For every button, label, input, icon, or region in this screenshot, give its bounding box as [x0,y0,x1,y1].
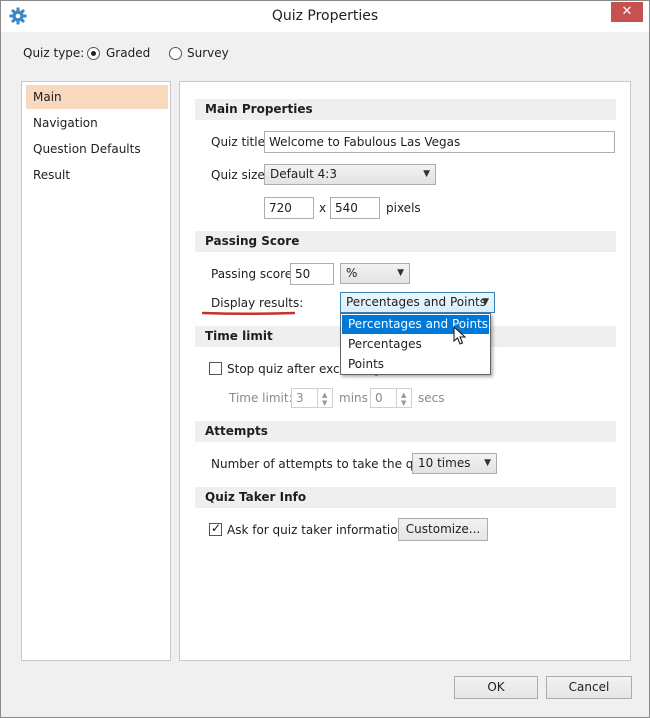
chevron-down-icon: ▼ [482,297,489,307]
quiz-size-select[interactable]: Default 4:3 ▼ [264,164,436,185]
radio-survey-label[interactable]: Survey [187,46,229,60]
time-limit-secs-input[interactable]: 0 ▲ ▼ [370,388,412,408]
emphasis-underline [202,311,295,315]
cancel-button[interactable]: Cancel [546,676,632,699]
size-separator: x [319,201,327,215]
score-unit-select[interactable]: % ▼ [340,263,410,284]
spin-up-icon: ▲ [401,391,407,399]
attempts-select[interactable]: 10 times ▼ [412,453,497,474]
stop-quiz-checkbox[interactable] [209,362,222,375]
ok-button[interactable]: OK [454,676,538,699]
secs-unit-label: secs [418,391,445,405]
window-title: Quiz Properties [271,8,379,24]
quiz-title-value: Welcome to Fabulous Las Vegas [269,135,461,149]
time-limit-label: Time limit: [229,391,293,405]
quiz-height-input[interactable]: 540 [330,197,380,219]
quiz-size-value: Default 4:3 [270,167,337,181]
mouse-pointer-icon [453,326,467,345]
display-results-label: Display results: [211,296,304,310]
sidebar-item-main[interactable]: Main [26,85,168,109]
dropdown-option-points[interactable]: Points [342,355,489,374]
section-header-passing-score: Passing Score [195,231,616,252]
radio-graded[interactable] [87,47,100,60]
sidebar-item-question-defaults[interactable]: Question Defaults [26,137,168,161]
ask-info-checkbox[interactable] [209,521,222,536]
close-icon: ✕ [621,4,633,19]
attempts-label: Number of attempts to take the quiz: [211,457,435,471]
quiz-type-label: Quiz type: [23,46,85,60]
sidebar-item-navigation[interactable]: Navigation [26,111,168,135]
size-unit-label: pixels [386,201,421,215]
spin-down-icon: ▼ [322,399,328,407]
passing-score-input[interactable]: 50 [290,263,334,285]
attempts-value: 10 times [418,456,471,470]
quiz-width-input[interactable]: 720 [264,197,314,219]
time-limit-secs-value: 0 [375,391,383,405]
display-results-select[interactable]: Percentages and Points ▼ [340,292,495,313]
display-results-value: Percentages and Points [346,295,487,309]
customize-button[interactable]: Customize... [398,518,488,541]
sidebar-item-result[interactable]: Result [26,163,168,187]
radio-graded-label[interactable]: Graded [106,46,150,60]
quiz-title-input[interactable]: Welcome to Fabulous Las Vegas [264,131,615,153]
chevron-down-icon: ▼ [397,268,404,278]
section-header-quiz-taker-info: Quiz Taker Info [195,487,616,508]
quiz-title-label: Quiz title: [211,135,270,149]
radio-survey[interactable] [169,47,182,60]
quiz-size-label: Quiz size: [211,168,269,182]
spin-up-icon: ▲ [322,391,328,399]
title-bar: Quiz Properties ✕ [1,1,649,32]
mins-spinner[interactable]: ▲ ▼ [317,389,332,407]
ask-info-label[interactable]: Ask for quiz taker information [227,523,405,537]
close-button[interactable]: ✕ [611,2,643,22]
time-limit-mins-input[interactable]: 3 ▲ ▼ [291,388,333,408]
section-header-main-properties: Main Properties [195,99,616,120]
quiz-width-value: 720 [269,201,292,215]
passing-score-label: Passing score: [211,267,297,281]
passing-score-value: 50 [295,267,311,281]
secs-spinner[interactable]: ▲ ▼ [396,389,411,407]
chevron-down-icon: ▼ [484,458,491,468]
display-results-dropdown: Percentages and Points Percentages Point… [340,313,491,375]
spin-down-icon: ▼ [401,399,407,407]
sidebar: Main Navigation Question Defaults Result [21,81,171,661]
chevron-down-icon: ▼ [423,169,430,179]
time-limit-mins-value: 3 [296,391,304,405]
quiz-height-value: 540 [335,201,358,215]
section-header-attempts: Attempts [195,421,616,442]
score-unit-value: % [346,266,358,280]
mins-unit-label: mins [339,391,368,405]
quiz-properties-dialog: Quiz Properties ✕ Quiz type: Graded Surv… [0,0,650,718]
